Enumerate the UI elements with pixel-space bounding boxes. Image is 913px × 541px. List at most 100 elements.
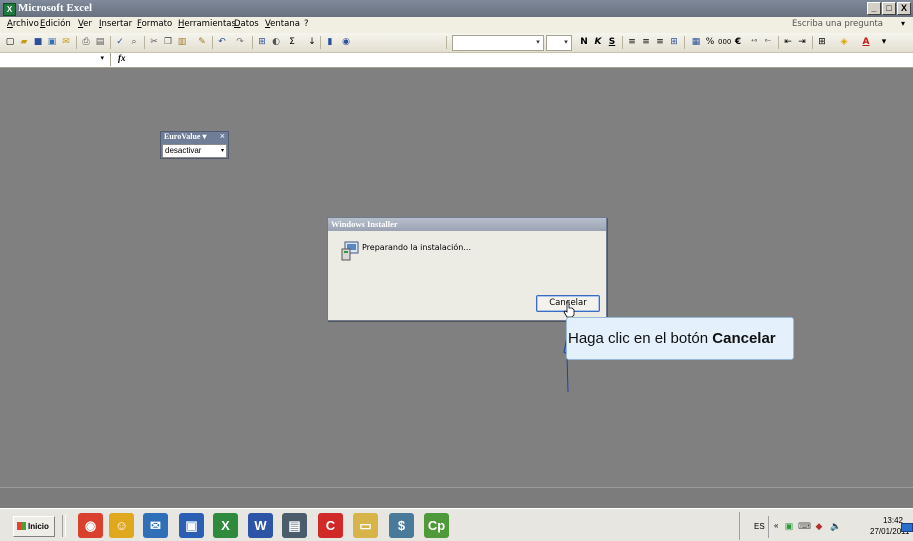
show-desktop-icon[interactable] <box>901 523 913 532</box>
chevron-down-icon[interactable]: ▾ <box>533 36 543 50</box>
cut-icon[interactable]: ✂ <box>148 36 160 48</box>
menu-datos[interactable]: Datos <box>234 19 259 29</box>
menu-archivo[interactable]: Archivo <box>7 19 39 29</box>
screen-recorder-icon[interactable]: $ <box>389 513 414 538</box>
fx-icon[interactable]: fx <box>118 53 126 63</box>
print-icon[interactable]: ⎙ <box>80 36 92 48</box>
menu-help[interactable]: ? <box>304 19 309 29</box>
save-icon[interactable]: ■ <box>32 36 44 48</box>
volume-icon[interactable]: 🔈 <box>830 521 841 531</box>
security-icon[interactable]: ◆ <box>814 521 824 531</box>
chrome-icon[interactable]: ◉ <box>78 513 103 538</box>
align-right-icon[interactable]: ≡ <box>654 36 666 48</box>
toolbar: ▢ ▰ ■ ▣ ✉ ⎙ ▤ ✓ ⌕ ✂ ❐ ▥ ✎ ↶ ↷ ⊞ ◐ Σ ↓ ▮ … <box>0 33 913 53</box>
close-button[interactable]: X <box>897 2 911 15</box>
increase-indent-icon[interactable]: ⇥ <box>796 36 808 48</box>
menu-ventana[interactable]: Ventana <box>265 19 300 29</box>
currency-icon[interactable]: ▦ <box>690 36 702 48</box>
sort-ascending-icon[interactable]: ↓ <box>306 36 318 48</box>
format-painter-icon[interactable]: ✎ <box>196 36 208 48</box>
formula-bar: ▾ fx <box>0 53 913 68</box>
open-icon[interactable]: ▰ <box>18 36 30 48</box>
floppy-save-icon[interactable]: ▣ <box>179 513 204 538</box>
minimize-button[interactable]: _ <box>867 2 881 15</box>
menu-formato[interactable]: Formato <box>137 19 172 29</box>
chevron-down-icon[interactable]: ▾ <box>100 54 104 62</box>
euro-button[interactable]: € <box>732 36 744 48</box>
menu-ver[interactable]: Ver <box>78 19 92 29</box>
redo-icon[interactable]: ↷ <box>234 36 246 48</box>
restore-button[interactable]: □ <box>882 2 896 15</box>
captivate-icon[interactable]: Cp <box>424 513 449 538</box>
instruction-callout: Haga clic en el botón Cancelar <box>566 317 794 360</box>
chevron-down-icon[interactable]: ▾ <box>561 36 571 50</box>
callout-emphasis: Cancelar <box>712 330 776 347</box>
align-center-icon[interactable]: ≡ <box>640 36 652 48</box>
copy-icon[interactable]: ❐ <box>162 36 174 48</box>
toolbar-separator <box>144 36 145 49</box>
excel-icon[interactable]: X <box>213 513 238 538</box>
window-titlebar: X Microsoft Excel _ □ X <box>0 0 913 17</box>
windows-flag-icon <box>17 522 26 530</box>
hand-cursor-icon <box>563 301 575 318</box>
thunderbird-icon[interactable]: ✉ <box>143 513 168 538</box>
language-indicator[interactable]: ES <box>754 522 765 531</box>
chevron-down-icon[interactable]: ▾ <box>221 145 224 157</box>
menu-edicion[interactable]: Edición <box>40 19 71 29</box>
chart-icon[interactable]: ▮ <box>324 36 336 48</box>
spelling-icon[interactable]: ✓ <box>114 36 126 48</box>
thousands-button[interactable]: 000 <box>718 36 731 48</box>
decrease-indent-icon[interactable]: ⇤ <box>782 36 794 48</box>
chevron-down-icon[interactable]: ▾ <box>202 132 206 141</box>
hyperlink-icon[interactable]: ⊞ <box>256 36 268 48</box>
bold-button[interactable]: N <box>578 36 590 48</box>
help-icon[interactable]: ◉ <box>340 36 352 48</box>
toolbar-separator <box>76 36 77 49</box>
c-app-icon[interactable]: C <box>318 513 343 538</box>
font-name-field[interactable]: ▾ <box>452 35 544 51</box>
font-size-field[interactable]: ▾ <box>546 35 572 51</box>
close-icon[interactable]: × <box>220 131 225 141</box>
keyboard-icon[interactable]: ⌨ <box>798 521 811 531</box>
menu-insertar[interactable]: Insertar <box>99 19 132 29</box>
paste-icon[interactable]: ▥ <box>176 36 188 48</box>
eurovalue-toolbar: EuroValue ▾ × desactivar ▾ <box>160 131 229 159</box>
italic-button[interactable]: K <box>592 36 604 48</box>
new-icon[interactable]: ▢ <box>4 36 16 48</box>
undo-icon[interactable]: ↶ <box>216 36 228 48</box>
font-color-icon[interactable]: A <box>860 36 872 48</box>
borders-icon[interactable]: ⊞ <box>816 36 828 48</box>
folder-icon[interactable]: ▭ <box>353 513 378 538</box>
fill-color-icon[interactable]: ◈ <box>838 36 850 48</box>
network-status-icon[interactable]: ▣ <box>784 521 794 531</box>
eurovalue-select[interactable]: desactivar ▾ <box>162 144 227 158</box>
taskbar-divider <box>62 515 66 537</box>
permission-icon[interactable]: ▣ <box>46 36 58 48</box>
eurovalue-selected: desactivar <box>165 146 202 155</box>
network-icon[interactable]: ▤ <box>282 513 307 538</box>
ask-dropdown-arrow[interactable]: ▾ <box>901 19 905 28</box>
increase-decimal-icon[interactable]: ⁺⁰ <box>748 36 760 48</box>
dialog-title: Windows Installer <box>331 219 398 229</box>
print-preview-icon[interactable]: ▤ <box>94 36 106 48</box>
ask-question-box[interactable]: Escriba una pregunta <box>792 19 883 29</box>
contacts-icon[interactable]: ☺ <box>109 513 134 538</box>
tray-expand-icon[interactable]: « <box>774 521 778 530</box>
callout-text: Haga clic en el botón <box>568 330 713 347</box>
status-strip <box>0 487 913 509</box>
autosum-icon[interactable]: Σ <box>286 36 298 48</box>
installer-icon <box>341 241 359 261</box>
research-icon[interactable]: ⌕ <box>128 36 140 48</box>
chart-wizard-icon[interactable]: ◐ <box>270 36 282 48</box>
menu-herramientas[interactable]: Herramientas <box>178 19 236 29</box>
underline-button[interactable]: S <box>606 36 618 48</box>
toolbar-options-icon[interactable]: ▾ <box>878 36 890 48</box>
align-left-icon[interactable]: ≡ <box>626 36 638 48</box>
word-icon[interactable]: W <box>248 513 273 538</box>
start-button[interactable]: Inicio <box>13 516 55 537</box>
decrease-decimal-icon[interactable]: ⁰⁻ <box>762 36 774 48</box>
merge-center-icon[interactable]: ⊞ <box>668 36 680 48</box>
name-box[interactable]: ▾ <box>0 53 111 66</box>
percent-button[interactable]: % <box>704 36 716 48</box>
email-icon[interactable]: ✉ <box>60 36 72 48</box>
